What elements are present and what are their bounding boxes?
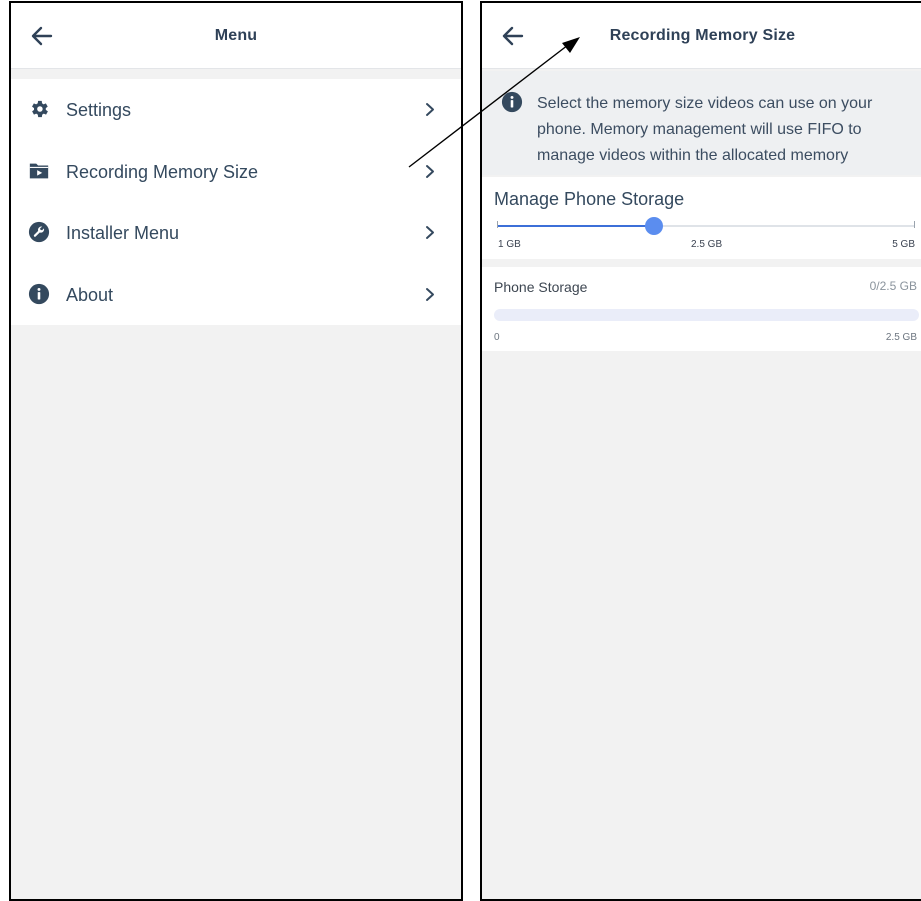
- storage-value: 0/2.5 GB: [869, 279, 917, 293]
- chevron-right-icon: [426, 164, 434, 178]
- phone-storage-panel: Phone Storage 0/2.5 GB 0 2.5 GB: [482, 267, 921, 351]
- info-banner: Select the memory size videos can use on…: [482, 71, 921, 175]
- storage-progress-bar: [494, 309, 919, 321]
- storage-max-label: 2.5 GB: [885, 332, 917, 343]
- manage-storage-panel: Manage Phone Storage 1 GB 2.5 GB 5 GB: [482, 177, 921, 259]
- section-title: Manage Phone Storage: [494, 189, 685, 209]
- page-title: Menu: [214, 27, 258, 44]
- gear-icon: [32, 100, 48, 118]
- chevron-right-icon: [426, 226, 434, 239]
- folder-video-icon: [29, 163, 49, 178]
- storage-title: Phone Storage: [494, 279, 588, 295]
- menu-list: Settings Recording Memory Size Installer…: [11, 79, 461, 325]
- page-title: Recording Memory Size: [609, 27, 796, 44]
- slider-max-label: 5 GB: [892, 239, 915, 250]
- menu-item-label: Installer Menu: [66, 223, 180, 243]
- slider-fill: [497, 225, 654, 227]
- info-text: Select the memory size videos can use on…: [537, 95, 873, 164]
- chevron-right-icon: [426, 103, 434, 116]
- menu-item-installer-menu[interactable]: Installer Menu: [11, 202, 461, 264]
- menu-item-label: Recording Memory Size: [66, 161, 259, 182]
- menu-item-recording-memory-size[interactable]: Recording Memory Size: [11, 141, 461, 203]
- menu-header: Menu: [11, 3, 461, 69]
- slider-thumb[interactable]: [644, 217, 663, 235]
- slider-tick: [914, 221, 915, 228]
- slider-mid-label: 2.5 GB: [691, 239, 723, 250]
- slider-tick: [497, 221, 498, 228]
- memory-header: Recording Memory Size: [482, 3, 921, 69]
- storage-slider[interactable]: [497, 217, 915, 235]
- wrench-icon: [28, 221, 50, 243]
- menu-screen: Menu Settings Recording Memory Size Inst…: [9, 1, 463, 901]
- storage-min-label: 0: [494, 332, 500, 343]
- chevron-right-icon: [426, 287, 434, 301]
- menu-item-about[interactable]: About: [11, 264, 461, 326]
- menu-item-label: About: [66, 284, 114, 305]
- menu-item-label: Settings: [66, 100, 132, 120]
- info-icon: [28, 283, 50, 304]
- info-icon: [501, 91, 523, 113]
- menu-item-settings[interactable]: Settings: [11, 79, 461, 141]
- recording-memory-screen: Recording Memory Size Select the memory …: [480, 1, 921, 901]
- slider-min-label: 1 GB: [498, 239, 521, 250]
